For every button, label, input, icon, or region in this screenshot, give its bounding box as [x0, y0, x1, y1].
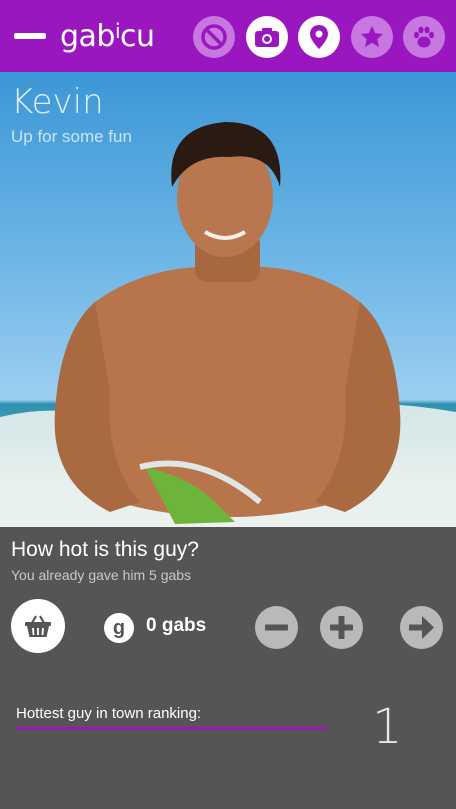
gabs-count: 0 gabs — [146, 615, 207, 636]
gabs-given-text: You already gave him 5 gabs — [11, 567, 192, 583]
minus-icon — [265, 624, 288, 631]
camera-button[interactable] — [246, 16, 288, 58]
favorite-button[interactable] — [351, 16, 393, 58]
menu-icon[interactable] — [14, 33, 46, 39]
location-pin-icon — [310, 25, 328, 49]
decrease-gabs-button[interactable] — [255, 606, 298, 649]
top-bar: gabicu — [0, 0, 456, 72]
block-button[interactable] — [193, 16, 235, 58]
increase-gabs-button[interactable] — [320, 606, 363, 649]
location-button[interactable] — [298, 16, 340, 58]
logo-text-a: gab — [60, 19, 115, 54]
star-icon — [361, 26, 383, 47]
profile-photo[interactable]: Kevin Up for some fun — [0, 72, 456, 527]
rating-panel: How hot is this guy? You already gave hi… — [0, 527, 456, 809]
ranking-value: 1 — [372, 699, 403, 755]
basket-icon — [25, 615, 51, 637]
block-icon — [201, 24, 227, 50]
rating-question: How hot is this guy? — [11, 538, 199, 561]
paw-icon — [413, 26, 435, 48]
app-logo: gabicu — [60, 19, 155, 54]
profile-name: Kevin — [11, 82, 104, 122]
paw-button[interactable] — [403, 16, 445, 58]
ranking-divider — [15, 727, 327, 730]
next-profile-button[interactable] — [400, 606, 443, 649]
shop-button[interactable] — [11, 599, 65, 653]
profile-tagline: Up for some fun — [11, 127, 132, 146]
arrow-right-icon — [409, 616, 434, 639]
ranking-label: Hottest guy in town ranking: — [16, 705, 202, 722]
gab-coin-icon: g — [104, 613, 134, 643]
camera-icon — [255, 28, 279, 47]
plus-icon — [330, 616, 353, 639]
logo-text-cu: cu — [120, 19, 155, 54]
